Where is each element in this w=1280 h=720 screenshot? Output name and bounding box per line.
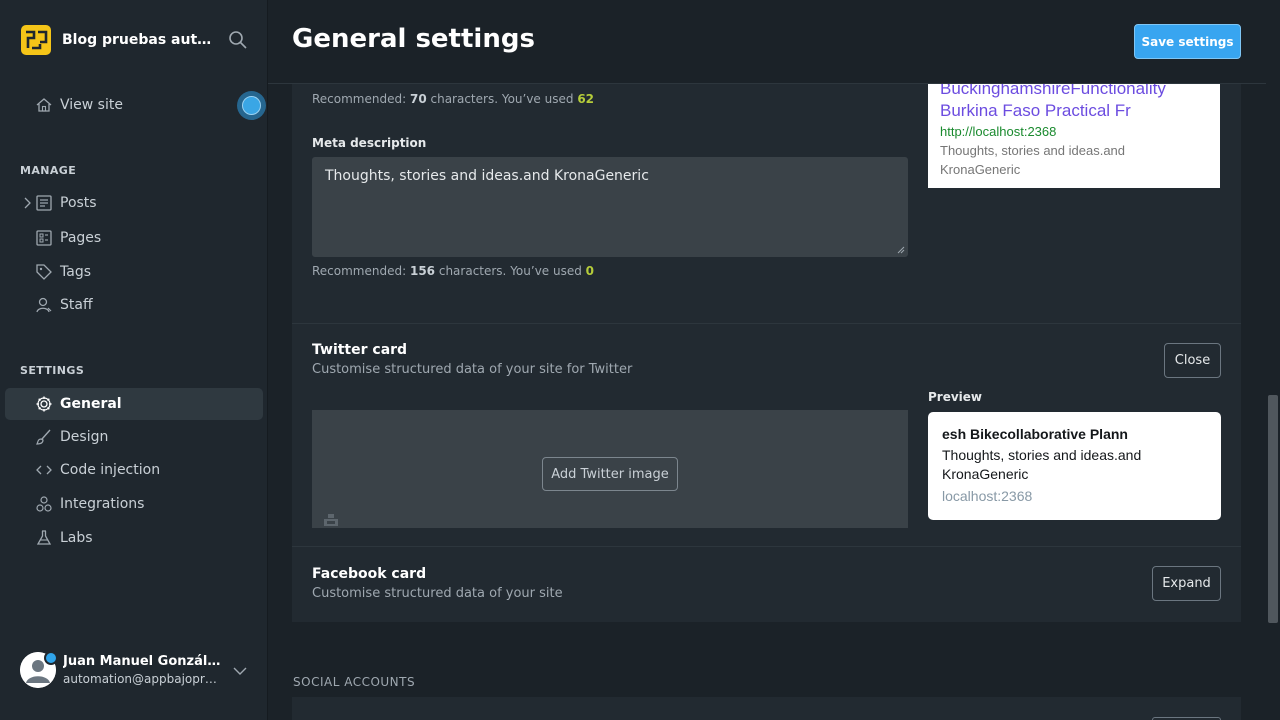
user-email: automation@appbajopruebas.com [63, 672, 223, 686]
sidebar-item-staff[interactable]: Staff [5, 289, 263, 321]
sidebar-item-general[interactable]: General [5, 388, 263, 420]
flask-icon [35, 529, 53, 547]
search-engine-preview: BuckinghamshireFunctionality Burkina Fas… [928, 70, 1220, 188]
twitter-card-title: Twitter card [312, 342, 408, 358]
twitter-preview-domain: localhost:2368 [942, 488, 1033, 504]
meta-title-hint: Recommended: 70 characters. You’ve used … [312, 92, 595, 106]
scrollbar-thumb[interactable] [1268, 395, 1278, 623]
brand[interactable]: Blog pruebas automatizadas [20, 24, 214, 56]
posts-icon [35, 194, 53, 212]
update-status-indicator[interactable] [237, 91, 266, 120]
staff-icon [35, 296, 53, 314]
manage-section-label: MANAGE [20, 164, 77, 177]
twitter-preview-label: Preview [928, 390, 983, 404]
twitter-image-upload[interactable]: Add Twitter image [312, 410, 908, 528]
twitter-preview-description: Thoughts, stories and ideas.and KronaGen… [942, 447, 1142, 482]
sidebar-item-pages[interactable]: Pages [5, 222, 263, 254]
view-site-label: View site [60, 97, 123, 113]
site-title: Blog pruebas automatizadas [62, 32, 214, 48]
main-content: General settings Save settings Recommend… [268, 0, 1266, 720]
pages-icon [35, 229, 53, 247]
sidebar-item-label: Staff [60, 297, 93, 313]
sidebar-item-label: Pages [60, 230, 102, 246]
meta-description-hint: Recommended: 156 characters. You’ve used… [312, 264, 595, 278]
meta-description-value: Thoughts, stories and ideas.and KronaGen… [325, 168, 649, 184]
sidebar-item-code-injection[interactable]: Code injection [5, 454, 263, 486]
tag-icon [35, 263, 53, 281]
preview-title-line: Burkina Faso Practical Fr [940, 101, 1131, 120]
twitter-card-preview: esh Bikecollaborative Plann Thoughts, st… [928, 412, 1221, 520]
resize-handle-icon[interactable] [897, 246, 905, 254]
sidebar-item-integrations[interactable]: Integrations [5, 488, 263, 520]
social-accounts-panel [292, 697, 1241, 720]
preview-description-line: Thoughts, stories and ideas.and [940, 143, 1126, 158]
sidebar: Blog pruebas automatizadas View site MAN… [0, 0, 268, 720]
sidebar-item-posts[interactable]: Posts [5, 187, 263, 219]
sidebar-item-label: Integrations [60, 496, 145, 512]
twitter-close-button[interactable]: Close [1164, 343, 1221, 378]
twitter-preview-title: esh Bikecollaborative Plann [942, 426, 1128, 442]
facebook-expand-button[interactable]: Expand [1152, 566, 1221, 601]
sidebar-item-label: Posts [60, 195, 97, 211]
sidebar-item-label: Code injection [60, 462, 161, 478]
meta-description-input[interactable]: Thoughts, stories and ideas.and KronaGen… [312, 157, 908, 257]
save-settings-button[interactable]: Save settings [1134, 24, 1241, 59]
chevron-right-icon[interactable] [23, 197, 33, 209]
image-icon [324, 514, 338, 526]
sidebar-item-design[interactable]: Design [5, 421, 263, 453]
notification-badge [44, 651, 58, 665]
sidebar-item-label: General [60, 396, 122, 412]
facebook-card-subtitle: Customise structured data of your site [312, 586, 563, 601]
add-twitter-image-button[interactable]: Add Twitter image [542, 457, 678, 491]
social-accounts-section-label: SOCIAL ACCOUNTS [293, 675, 416, 689]
twitter-card-subtitle: Customise structured data of your site f… [312, 362, 633, 377]
site-logo-icon [21, 25, 51, 55]
integrations-icon [35, 495, 53, 513]
sidebar-item-label: Labs [60, 530, 93, 546]
preview-url: http://localhost:2368 [940, 124, 1057, 139]
user-name: Juan Manuel González [63, 654, 223, 669]
search-icon[interactable] [228, 30, 248, 50]
sidebar-item-label: Tags [60, 264, 91, 280]
page-header: General settings Save settings [268, 0, 1266, 84]
meta-description-label: Meta description [312, 136, 427, 150]
settings-section-label: SETTINGS [20, 364, 85, 377]
code-icon [35, 461, 53, 479]
facebook-card-panel [292, 547, 1241, 622]
page-scrollbar[interactable] [1266, 0, 1280, 720]
facebook-card-title: Facebook card [312, 566, 427, 582]
chevron-down-icon[interactable] [233, 666, 247, 676]
sidebar-item-label: Design [60, 429, 109, 445]
view-site-link[interactable]: View site [5, 89, 263, 121]
brush-icon [35, 428, 53, 446]
preview-description-line: KronaGeneric [940, 162, 1021, 177]
home-icon [35, 96, 53, 114]
gear-icon [35, 395, 53, 413]
sidebar-item-tags[interactable]: Tags [5, 256, 263, 288]
page-title: General settings [292, 24, 535, 54]
sidebar-item-labs[interactable]: Labs [5, 522, 263, 554]
